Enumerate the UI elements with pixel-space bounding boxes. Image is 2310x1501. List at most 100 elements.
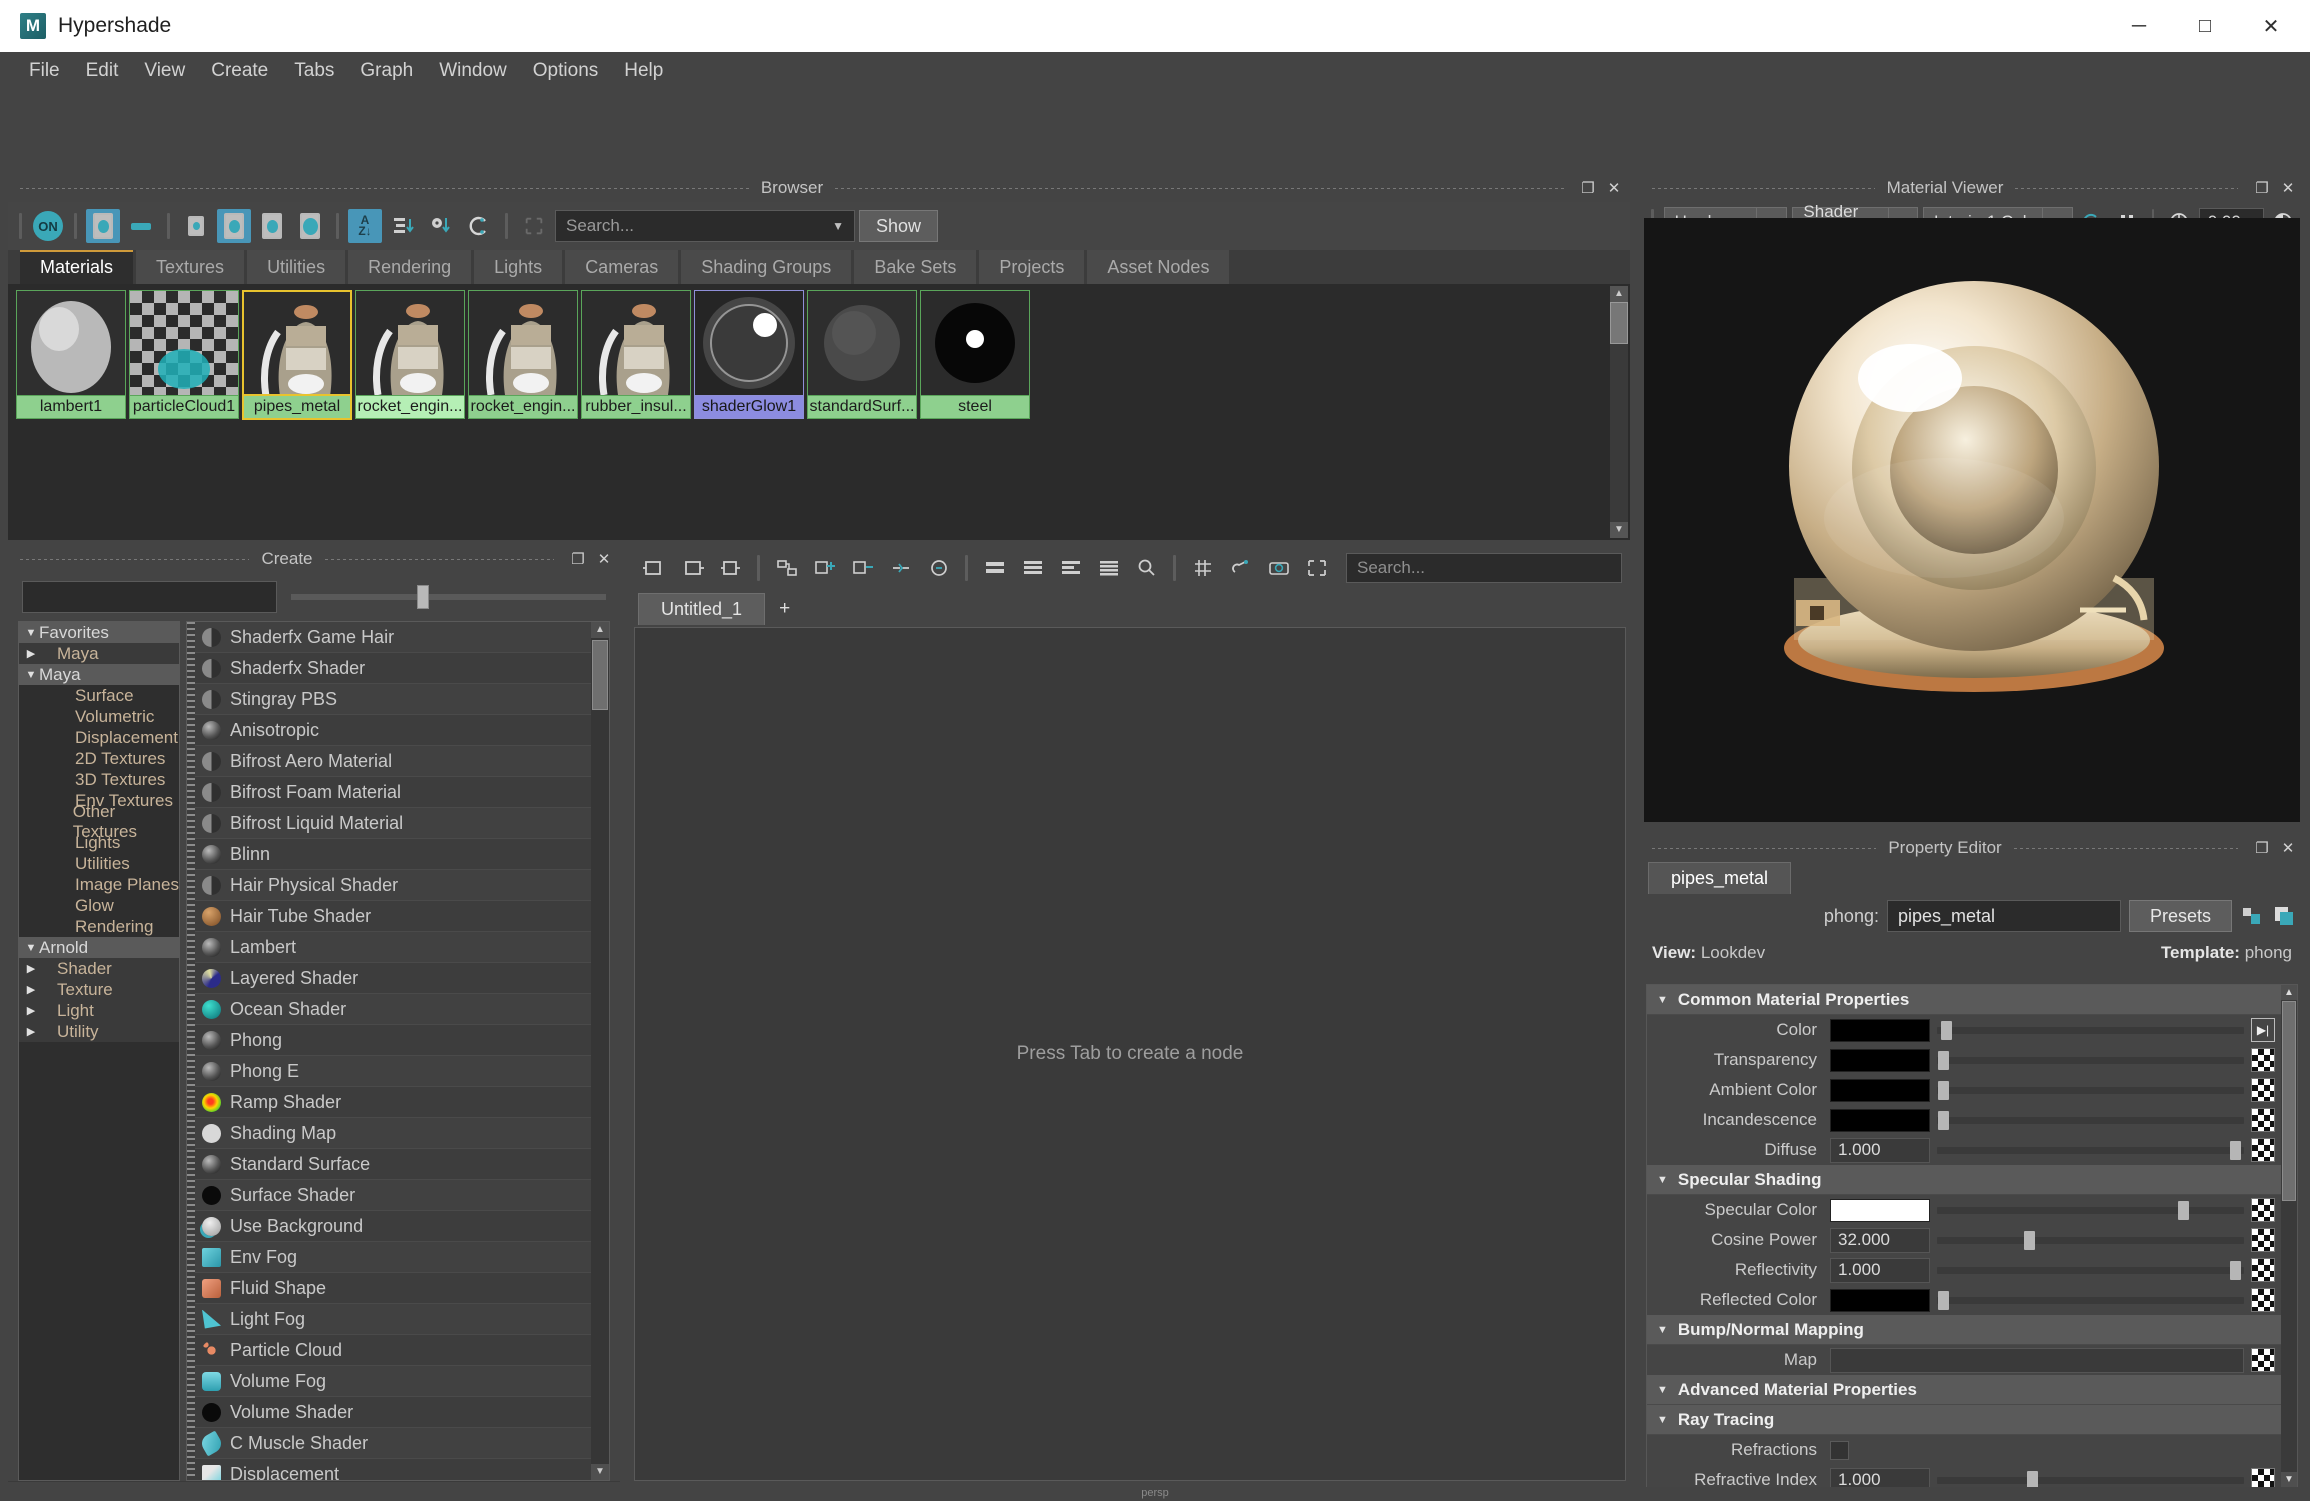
material-swatch[interactable]: rocket_engin... [355,290,465,420]
rearrange-icon[interactable] [770,552,803,585]
create-filter-input[interactable] [22,581,277,613]
create-node-item[interactable]: Lambert [195,932,609,963]
chevron-down-icon[interactable]: ▼ [1657,1324,1668,1336]
swatch-thumbnail[interactable] [581,290,691,396]
close-button[interactable]: ✕ [2238,1,2304,51]
create-node-item[interactable]: Phong [195,1025,609,1056]
scroll-up-icon[interactable]: ▲ [591,622,609,638]
chevron-down-icon[interactable]: ▼ [1657,1414,1668,1426]
layout-horizontal-icon[interactable] [978,552,1011,585]
swatch-small-icon[interactable] [124,209,158,243]
undock-icon[interactable]: ❐ [1576,177,1600,199]
chevron-down-icon[interactable]: ▼ [23,669,39,681]
chevron-right-icon[interactable]: ▶ [23,962,39,975]
fit-icon[interactable] [517,209,551,243]
graph-search-input[interactable]: Search... [1346,553,1622,583]
attribute-value-input[interactable]: 1.000 [1830,1137,1930,1163]
add-selected-icon[interactable] [808,552,841,585]
slider-knob[interactable] [2024,1230,2036,1250]
on-toggle-button[interactable]: ON [31,209,65,243]
maximize-button[interactable]: □ [2172,1,2238,51]
browser-tab-projects[interactable]: Projects [979,250,1085,284]
attribute-value-input[interactable]: 1.000 [1830,1467,1930,1487]
create-node-item[interactable]: Hair Physical Shader [195,870,609,901]
undock-icon[interactable]: ❐ [2250,837,2274,859]
create-node-item[interactable]: Shaderfx Game Hair [195,622,609,653]
chevron-down-icon[interactable]: ▼ [23,627,39,639]
chevron-right-icon[interactable]: ▶ [23,1025,39,1038]
map-button-icon[interactable] [2251,1108,2275,1132]
map-button-icon[interactable] [2251,1468,2275,1487]
swatch-dot-icon[interactable] [179,209,213,243]
scroll-thumb[interactable] [2282,1001,2296,1201]
color-swatch[interactable] [1830,1288,1930,1312]
attribute-value-input[interactable]: 32.000 [1830,1227,1930,1253]
create-node-item[interactable]: Env Fog [195,1242,609,1273]
swatch-thumbnail[interactable] [807,290,917,396]
layout-grid-icon[interactable] [1054,552,1087,585]
create-node-item[interactable]: Displacement [195,1459,609,1480]
clear-graph-icon[interactable] [884,552,917,585]
chevron-right-icon[interactable]: ▶ [23,983,39,996]
browser-tab-textures[interactable]: Textures [136,250,245,284]
show-button[interactable]: Show [859,210,939,242]
attribute-slider[interactable] [1937,1080,2244,1100]
zoom-icon[interactable] [1130,552,1163,585]
minimize-button[interactable]: ─ [2106,1,2172,51]
menu-help[interactable]: Help [611,57,676,85]
map-button-icon[interactable] [2251,1198,2275,1222]
create-node-item[interactable]: Surface Shader [195,1180,609,1211]
drag-handle[interactable] [187,622,195,1480]
create-node-item[interactable]: Standard Surface [195,1149,609,1180]
create-node-item[interactable]: Volume Fog [195,1366,609,1397]
browser-tab-utilities[interactable]: Utilities [247,250,346,284]
browser-scrollbar[interactable]: ▲ ▼ [1610,286,1628,538]
sort-alpha-icon[interactable]: A Z↓ [348,209,382,243]
menu-options[interactable]: Options [520,57,611,85]
material-swatch[interactable]: standardSurf... [807,290,917,420]
material-swatch[interactable]: lambert1 [16,290,126,420]
frame-all-icon[interactable] [1300,552,1333,585]
slider-knob[interactable] [2177,1200,2189,1220]
menu-file[interactable]: File [16,57,73,85]
create-node-item[interactable]: Bifrost Liquid Material [195,808,609,839]
attribute-slider[interactable] [1937,1200,2244,1220]
material-swatch[interactable]: particleCloud1 [129,290,239,420]
sort-time-icon[interactable] [424,209,458,243]
browser-tab-bake-sets[interactable]: Bake Sets [854,250,977,284]
section-header[interactable]: ▼ Advanced Material Properties [1647,1375,2281,1405]
tab-untitled-1[interactable]: Untitled_1 [638,593,766,625]
material-swatch[interactable]: pipes_metal [242,290,352,420]
connect-arrow-icon[interactable]: ▶| [2251,1018,2275,1042]
section-header[interactable]: ▼ Bump/Normal Mapping [1647,1315,2281,1345]
scroll-thumb[interactable] [592,640,608,710]
menu-view[interactable]: View [131,57,198,85]
tree-item-maya[interactable]: ▼ Maya [19,664,179,685]
tree-item-displacement[interactable]: Displacement [19,727,179,748]
create-node-item[interactable]: Blinn [195,839,609,870]
slider-knob[interactable] [2229,1140,2241,1160]
create-node-item[interactable]: Fluid Shape [195,1273,609,1304]
scroll-down-icon[interactable]: ▼ [591,1464,609,1480]
map-button-icon[interactable] [2251,1348,2275,1372]
color-swatch[interactable] [1830,1108,1930,1132]
tree-item-arnold[interactable]: ▼ Arnold [19,937,179,958]
chevron-down-icon[interactable]: ▼ [1657,994,1668,1006]
tree-item-shader[interactable]: ▶ Shader [19,958,179,979]
color-swatch[interactable] [1830,1048,1930,1072]
tree-item-3d-textures[interactable]: 3D Textures [19,769,179,790]
swatch-thumbnail[interactable] [16,290,126,396]
show-hide-attrs-icon[interactable] [2240,904,2264,928]
presets-button[interactable]: Presets [2128,900,2232,932]
slider-knob[interactable] [1938,1290,1950,1310]
close-icon[interactable]: ✕ [592,548,616,570]
graph-both-icon[interactable] [714,552,747,585]
color-swatch[interactable] [1830,1018,1930,1042]
map-button-icon[interactable] [2251,1078,2275,1102]
tree-item-texture[interactable]: ▶ Texture [19,979,179,1000]
menu-create[interactable]: Create [198,57,281,85]
graph-canvas[interactable]: Press Tab to create a node [634,627,1626,1481]
browser-search-input[interactable]: Search... ▼ [555,210,855,242]
copy-tab-icon[interactable] [2272,904,2296,928]
attribute-value-input[interactable]: 1.000 [1830,1257,1930,1283]
